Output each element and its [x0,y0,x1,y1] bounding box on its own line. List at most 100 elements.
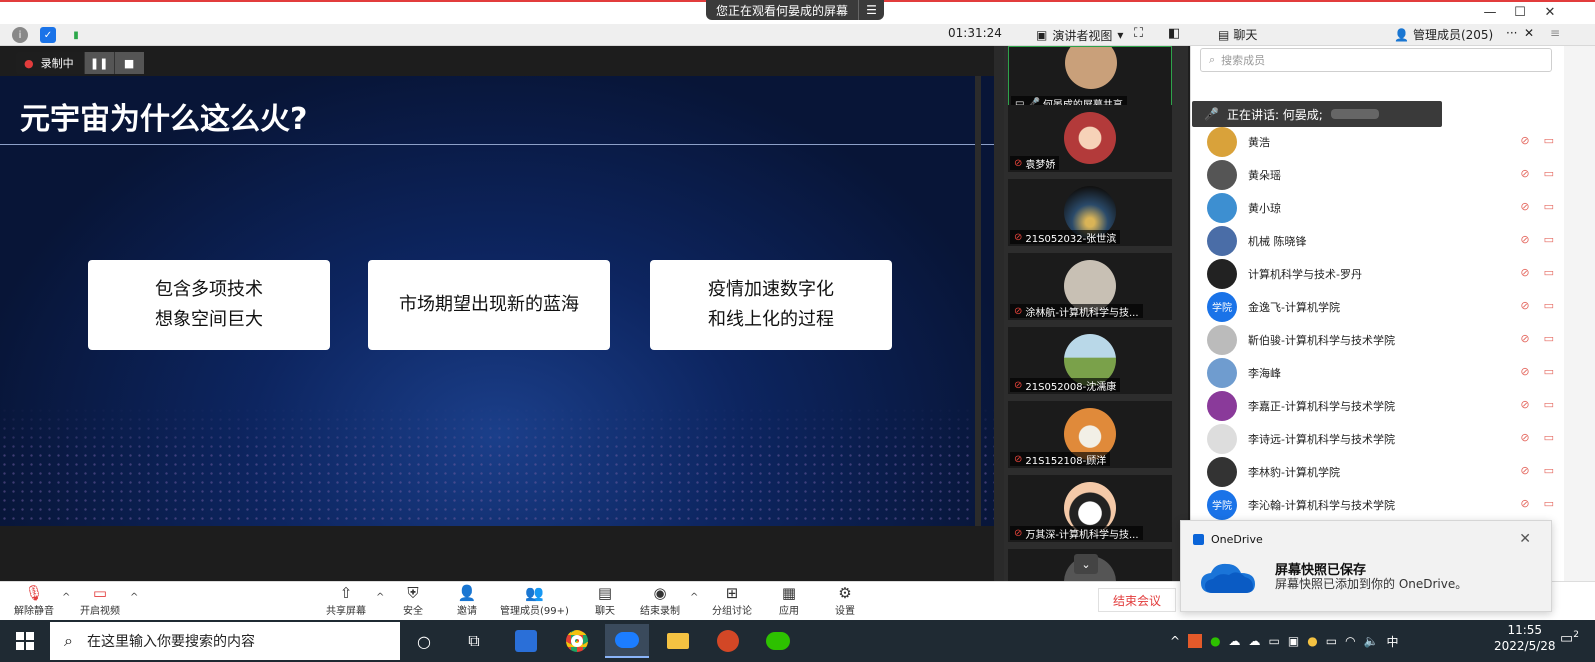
taskbar-clock[interactable]: 11:55 2022/5/28 [1494,622,1556,654]
shield-icon[interactable]: ✓ [40,27,56,43]
camera-off-icon[interactable]: ▭ [1544,233,1554,246]
mic-muted-icon[interactable]: ⊘ [1520,464,1529,477]
stop-recording-button[interactable]: ■ [113,52,144,74]
ime-indicator[interactable]: 中 [1387,633,1399,650]
tab-chat[interactable]: ▤ 聊天 [1218,26,1257,43]
panel-scrollbar[interactable] [1564,46,1595,581]
toast-close-icon[interactable]: ✕ [1519,531,1531,547]
tray-chevron-icon[interactable]: ^ [1170,634,1180,648]
tencent-meeting-icon[interactable] [605,624,649,658]
fullscreen-icon[interactable]: ⛶ [1134,26,1143,41]
camera-off-icon[interactable]: ▭ [1544,365,1554,378]
tray-app-icon[interactable] [1188,634,1203,648]
toolbar-button[interactable]: ⚙ 设置 [834,584,856,617]
camera-off-icon[interactable]: ▭ [1544,398,1554,411]
camera-off-icon[interactable]: ▭ [1544,200,1554,213]
mic-muted-icon[interactable]: ⊘ [1520,167,1529,180]
slide-scrollbar[interactable] [975,76,981,526]
tray-usb-icon[interactable]: ▭ [1269,634,1280,648]
mic-muted-icon[interactable]: ⊘ [1520,431,1529,444]
banner-menu-icon[interactable]: ☰ [858,0,884,20]
member-row[interactable]: 黄浩 ⊘ ▭ [1200,125,1560,158]
toolbar-button[interactable]: 🎙 解除静音 [14,584,54,617]
toolbar-button[interactable]: ⛨ 安全 [402,584,424,617]
signal-icon[interactable]: ▮ [68,27,84,43]
pause-recording-button[interactable]: ❚❚ [83,52,114,74]
video-tile[interactable]: ⊘ 万其深-计算机科学与技... [1008,475,1172,542]
video-options-chevron-icon[interactable]: ^ [130,592,138,603]
video-tile[interactable]: ▭ 🎤 何晏成的屏幕共享 [1008,46,1172,113]
battery-icon[interactable]: ▭ [1326,634,1337,648]
hamburger-icon[interactable]: ≡ [1550,26,1560,40]
tray-app2-icon[interactable]: ▣ [1288,634,1299,648]
toolbar-button[interactable]: ◉ 结束录制 [640,584,680,617]
maximize-icon[interactable]: ☐ [1505,2,1535,22]
volume-icon[interactable]: 🔈 [1364,634,1379,648]
video-tile[interactable]: ⊘ 21S152108-顾洋 [1008,401,1172,468]
more-icon[interactable]: ··· [1506,26,1517,40]
onedrive-toast[interactable]: OneDrive ✕ 屏幕快照已保存 屏幕快照已添加到你的 OneDrive。 [1180,520,1552,612]
taskbar-search[interactable]: ⌕ 在这里输入你要搜索的内容 [50,622,400,660]
video-tile[interactable]: ⊘ 袁梦娇 [1008,105,1172,172]
member-row[interactable]: 学院 金逸飞-计算机学院 ⊘ ▭ [1200,290,1560,323]
camera-off-icon[interactable]: ▭ [1544,299,1554,312]
chrome-icon[interactable] [555,624,599,658]
member-row[interactable]: 李海峰 ⊘ ▭ [1200,356,1560,389]
video-tile[interactable]: ⊘ 涂林航-计算机科学与技... [1008,253,1172,320]
camera-off-icon[interactable]: ▭ [1544,431,1554,444]
notification-center-icon[interactable]: ▭2 [1560,630,1579,647]
scroll-down-icon[interactable]: ⌄ [1074,554,1098,574]
toolbar-button[interactable]: ▭ 开启视频 [80,584,120,617]
start-button[interactable] [0,620,50,662]
file-explorer-icon[interactable] [656,624,700,658]
member-row[interactable]: 李林豹-计算机学院 ⊘ ▭ [1200,455,1560,488]
member-row[interactable]: 黄朵瑶 ⊘ ▭ [1200,158,1560,191]
toolbar-button[interactable]: ⇧ 共享屏幕 [326,584,366,617]
camera-off-icon[interactable]: ▭ [1544,464,1554,477]
toolbar-button[interactable]: 👤 邀请 [456,584,478,617]
end-meeting-button[interactable]: 结束会议 [1098,588,1176,612]
camera-off-icon[interactable]: ▭ [1544,266,1554,279]
mic-muted-icon[interactable]: ⊘ [1520,200,1529,213]
record-options-chevron-icon[interactable]: ^ [690,592,698,603]
layout-icon[interactable]: ◧ [1168,26,1180,41]
video-tile[interactable]: ⊘ 21S052008-沈濡康 [1008,327,1172,394]
tray-onedrive-icon[interactable]: ☁ [1249,634,1261,648]
tray-app3-icon[interactable]: ● [1307,634,1317,648]
task-view-icon[interactable]: ⧉ [452,624,496,658]
share-banner[interactable]: 您正在观看何晏成的屏幕 ☰ [706,0,885,20]
toolbar-button[interactable]: 👥 管理成员(99+) [500,584,569,617]
mic-muted-icon[interactable]: ⊘ [1520,365,1529,378]
member-row[interactable]: 李诗远-计算机科学与技术学院 ⊘ ▭ [1200,422,1560,455]
toolbar-button[interactable]: ▤ 聊天 [594,584,616,617]
info-icon[interactable]: i [12,27,28,43]
mic-muted-icon[interactable]: ⊘ [1520,134,1529,147]
mic-muted-icon[interactable]: ⊘ [1520,398,1529,411]
tray-wechat-icon[interactable]: ● [1210,634,1220,648]
view-mode-select[interactable]: ▣ 演讲者视图 ▾ [1030,25,1129,45]
share-options-chevron-icon[interactable]: ^ [376,592,384,603]
member-row[interactable]: 计算机科学与技术-罗丹 ⊘ ▭ [1200,257,1560,290]
video-tile[interactable]: ⊘ 21S052032-张世滨 [1008,179,1172,246]
cortana-icon[interactable]: ○ [402,624,446,658]
toolbar-button[interactable]: ▦ 应用 [778,584,800,617]
mic-muted-icon[interactable]: ⊘ [1520,497,1529,510]
minimize-icon[interactable]: — [1475,2,1505,22]
wifi-icon[interactable]: ◠ [1345,634,1355,648]
toolbar-button[interactable]: ⊞ 分组讨论 [712,584,752,617]
member-row[interactable]: 靳伯骏-计算机科学与技术学院 ⊘ ▭ [1200,323,1560,356]
camera-off-icon[interactable]: ▭ [1544,332,1554,345]
panel-close-icon[interactable]: ✕ [1524,26,1534,40]
member-row[interactable]: 学院 李沁翰-计算机科学与技术学院 ⊘ ▭ [1200,488,1560,521]
mic-muted-icon[interactable]: ⊘ [1520,332,1529,345]
camera-off-icon[interactable]: ▭ [1544,167,1554,180]
member-row[interactable]: 黄小琼 ⊘ ▭ [1200,191,1560,224]
member-row[interactable]: 机械 陈晓锋 ⊘ ▭ [1200,224,1560,257]
mic-muted-icon[interactable]: ⊘ [1520,266,1529,279]
wechat-icon[interactable] [756,624,800,658]
powerpoint-icon[interactable] [706,624,750,658]
mic-muted-icon[interactable]: ⊘ [1520,299,1529,312]
camera-off-icon[interactable]: ▭ [1544,134,1554,147]
pane-splitter[interactable] [994,46,1004,581]
mute-options-chevron-icon[interactable]: ^ [62,592,70,603]
